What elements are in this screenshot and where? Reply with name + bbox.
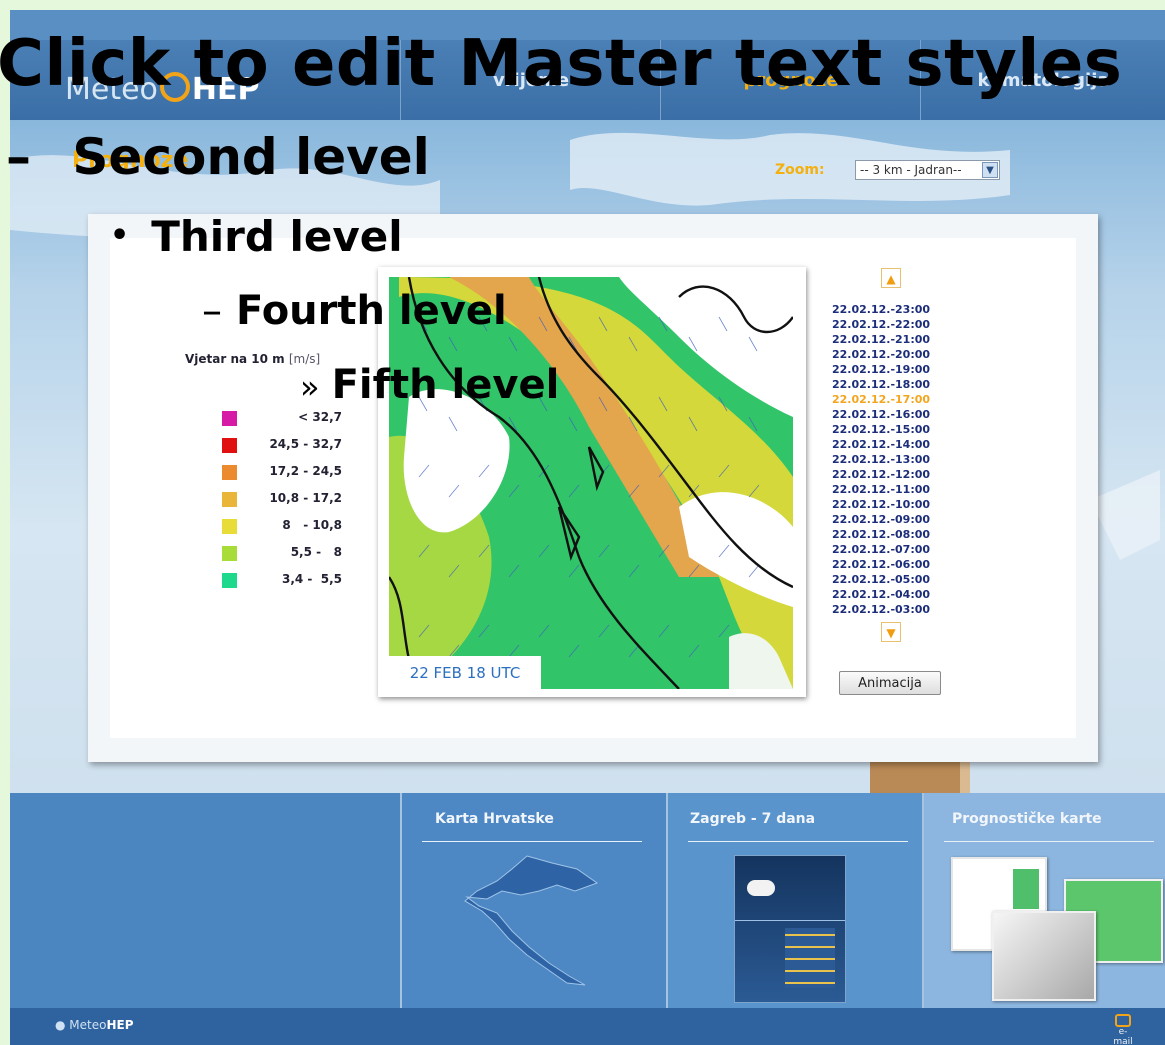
chevron-bullet: »	[300, 368, 320, 406]
legend-row: 10,8 - 17,2	[222, 491, 342, 509]
legend-swatch	[222, 411, 237, 426]
divider	[735, 920, 845, 921]
time-item[interactable]: 22.02.12.-18:00	[832, 377, 952, 392]
legend-row: 17,2 - 24,5	[222, 464, 342, 482]
level4-text: Fourth level	[236, 288, 507, 334]
time-item[interactable]: 22.02.12.-09:00	[832, 512, 952, 527]
placeholder-level5[interactable]: » Fifth level	[300, 362, 559, 408]
time-item[interactable]: 22.02.12.-17:00	[832, 392, 952, 407]
time-item[interactable]: 22.02.12.-21:00	[832, 332, 952, 347]
zagreb-7-dana-title: Zagreb - 7 dana	[690, 811, 816, 827]
time-item[interactable]: 22.02.12.-10:00	[832, 497, 952, 512]
legend-swatch	[222, 546, 237, 561]
level5-text: Fifth level	[331, 362, 560, 408]
time-item[interactable]: 22.02.12.-23:00	[832, 302, 952, 317]
footer-logo-prefix: Meteo	[69, 1018, 107, 1032]
chevron-down-icon[interactable]: ▼	[982, 162, 998, 178]
legend-swatch	[222, 465, 237, 480]
animate-button[interactable]: Animacija	[839, 671, 941, 695]
legend-label: 10,8 - 17,2	[269, 491, 342, 505]
croatia-map-thumbnail	[464, 855, 599, 986]
level3-text: Third level	[151, 212, 403, 261]
legend-row: 5,5 - 8	[222, 545, 342, 563]
legend-swatch	[222, 519, 237, 534]
time-item[interactable]: 22.02.12.-05:00	[832, 572, 952, 587]
time-item[interactable]: 22.02.12.-12:00	[832, 467, 952, 482]
bottom-section: Karta Hrvatske Zagreb - 7 dana Prognosti…	[10, 793, 1165, 1008]
legend-row: 8 - 10,8	[222, 518, 342, 536]
placeholder-level2[interactable]: – Second level	[6, 128, 430, 186]
time-item[interactable]: 22.02.12.-20:00	[832, 347, 952, 362]
forecast-chart-thumbnail	[992, 911, 1096, 1001]
forecast-rows	[785, 928, 835, 988]
legend-label: 5,5 - 8	[290, 545, 342, 559]
legend-label: 3,4 - 5,5	[281, 572, 342, 586]
legend-label: 24,5 - 32,7	[269, 437, 342, 451]
time-item[interactable]: 22.02.12.-03:00	[832, 602, 952, 617]
zoom-selected-value: -- 3 km - Jadran--	[860, 163, 962, 177]
time-item[interactable]: 22.02.12.-07:00	[832, 542, 952, 557]
legend-row: 3,4 - 5,5	[222, 572, 342, 590]
footer: ● MeteoHEP e-mail	[10, 1008, 1165, 1045]
time-item[interactable]: 22.02.12.-06:00	[832, 557, 952, 572]
bottom-empty	[10, 793, 400, 1008]
time-item[interactable]: 22.02.12.-22:00	[832, 317, 952, 332]
legend-row: 24,5 - 32,7	[222, 437, 342, 455]
karta-hrvatske-title: Karta Hrvatske	[435, 811, 554, 827]
weather-widget-thumbnail	[734, 855, 846, 1003]
map-timestamp-label: 22 FEB 18 UTC	[389, 656, 541, 689]
prognosticke-karte-box[interactable]: Prognostičke karte	[922, 793, 1165, 1008]
legend-swatch	[222, 573, 237, 588]
cloud-icon	[747, 880, 775, 896]
zagreb-7-dana-box[interactable]: Zagreb - 7 dana	[666, 793, 922, 1008]
arrow-up-icon[interactable]: ▲	[881, 268, 901, 288]
bullet-icon: •	[110, 218, 130, 253]
arrow-down-icon[interactable]: ▼	[881, 622, 901, 642]
chart-fill	[1013, 869, 1039, 909]
time-item[interactable]: 22.02.12.-04:00	[832, 587, 952, 602]
legend-label: < 32,7	[298, 410, 342, 424]
level2-text: Second level	[72, 128, 430, 186]
placeholder-level3[interactable]: • Third level	[110, 212, 403, 261]
footer-logo[interactable]: ● MeteoHEP	[55, 1018, 134, 1032]
envelope-shape	[1115, 1014, 1131, 1027]
email-icon[interactable]: e-mail	[1111, 1014, 1135, 1045]
prognosticke-karte-title: Prognostičke karte	[952, 811, 1102, 827]
legend-swatch	[222, 492, 237, 507]
karta-hrvatske-box[interactable]: Karta Hrvatske	[400, 793, 666, 1008]
time-item[interactable]: 22.02.12.-16:00	[832, 407, 952, 422]
dash-bullet: –	[202, 288, 222, 334]
time-item[interactable]: 22.02.12.-11:00	[832, 482, 952, 497]
divider	[688, 841, 908, 842]
legend-title-text: Vjetar na 10 m	[185, 352, 285, 366]
zoom-select[interactable]: -- 3 km - Jadran-- ▼	[855, 160, 1000, 180]
time-item[interactable]: 22.02.12.-15:00	[832, 422, 952, 437]
time-item[interactable]: 22.02.12.-19:00	[832, 362, 952, 377]
email-label: e-mail	[1113, 1027, 1133, 1045]
legend-swatch	[222, 438, 237, 453]
placeholder-level4[interactable]: – Fourth level	[202, 288, 507, 334]
zoom-label: Zoom:	[775, 162, 825, 178]
divider	[422, 841, 642, 842]
legend-label: 8 - 10,8	[282, 518, 342, 532]
time-item[interactable]: 22.02.12.-08:00	[832, 527, 952, 542]
placeholder-title[interactable]: Click to edit Master text styles	[0, 27, 1122, 101]
legend-row: < 32,7	[222, 410, 342, 428]
wind-forecast-map	[389, 277, 793, 689]
legend-label: 17,2 - 24,5	[269, 464, 342, 478]
footer-logo-brand: HEP	[106, 1018, 134, 1032]
time-item[interactable]: 22.02.12.-14:00	[832, 437, 952, 452]
time-item[interactable]: 22.02.12.-13:00	[832, 452, 952, 467]
divider	[944, 841, 1154, 842]
dash-bullet: –	[6, 128, 49, 186]
time-list: 22.02.12.-23:00 22.02.12.-22:00 22.02.12.-…	[832, 302, 952, 617]
